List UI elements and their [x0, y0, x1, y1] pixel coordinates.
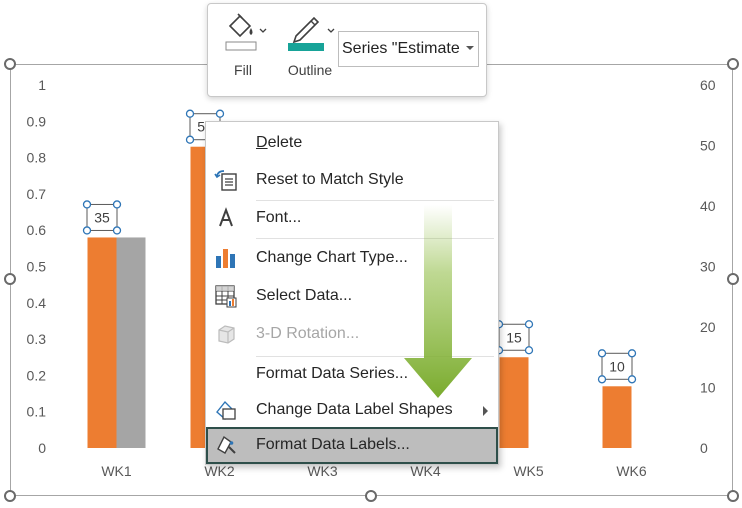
menu-label-delete: elete	[267, 134, 303, 151]
data-label-selection-handle	[524, 320, 534, 329]
data-label-selection-handle	[597, 375, 607, 384]
x-axis-tick-label: WK5	[513, 463, 544, 479]
3d-rotation-icon	[218, 325, 235, 344]
chevron-down-icon	[466, 46, 474, 50]
y-axis-tick-label: 1	[38, 77, 46, 93]
data-label-selection-handle	[112, 226, 122, 235]
menu-label-format-data-series: Format Data Series...	[256, 365, 409, 382]
data-label-selection-handle	[524, 346, 534, 355]
menu-label-3d-rotation: 3-D Rotation...	[256, 325, 360, 342]
format-data-labels-icon	[217, 435, 236, 454]
mini-toolbar: Fill Outline Series "Estimate	[207, 3, 487, 97]
resize-handle-left[interactable]	[4, 273, 16, 285]
submenu-arrow-icon	[483, 406, 488, 416]
series-selector-value: Series "Estimate	[342, 40, 460, 57]
outline-pen-icon	[288, 16, 335, 51]
menu-label-reset-style: Reset to Match Style	[256, 171, 404, 188]
y-axis-tick-label: 0.6	[27, 222, 47, 238]
outline-button[interactable]: Outline	[282, 10, 338, 86]
resize-handle-bottom-right[interactable]	[727, 490, 739, 502]
bar	[499, 357, 529, 448]
y-axis-tick-label: 0.2	[27, 367, 47, 383]
outline-label: Outline	[287, 62, 333, 78]
menu-item-reset-style[interactable]: Reset to Match Style	[206, 162, 498, 199]
menu-item-format-data-labels[interactable]: Format Data Labels...	[206, 427, 498, 464]
fill-label: Fill	[234, 62, 252, 78]
series-selector-dropdown[interactable]: Series "Estimate	[338, 31, 479, 67]
x-axis-tick-label: WK1	[101, 463, 132, 479]
menu-item-change-chart-type[interactable]: Change Chart Type...	[206, 240, 498, 277]
context-menu: Delete Reset to Match Style Font... Chan…	[205, 121, 499, 465]
data-label: 35	[94, 209, 110, 225]
data-label: 15	[506, 329, 522, 345]
data-label-selection-handle	[215, 109, 225, 118]
data-label-shapes-icon	[216, 400, 236, 420]
resize-handle-right[interactable]	[727, 273, 739, 285]
y-axis-tick-label: 0.5	[27, 259, 47, 275]
bar	[87, 237, 117, 448]
menu-label-select-data: Select Data...	[256, 287, 353, 304]
reset-style-icon	[214, 170, 237, 191]
data-label: 10	[609, 358, 625, 374]
menu-label-change-data-label-shapes: Change Data Label Shapes	[256, 401, 453, 418]
secondary-y-axis-tick-label: 40	[700, 198, 716, 214]
y-axis-tick-label: 0.4	[27, 295, 47, 311]
x-axis-tick-label: WK3	[307, 463, 338, 479]
x-axis-tick-label: WK4	[410, 463, 441, 479]
secondary-y-axis-tick-label: 10	[700, 380, 716, 396]
secondary-y-axis-tick-label: 20	[700, 319, 716, 335]
menu-label-format-data-labels: Format Data Labels...	[256, 436, 410, 453]
data-label-selection-handle	[627, 375, 637, 384]
menu-item-3d-rotation[interactable]: 3-D Rotation...	[206, 316, 498, 353]
y-axis-tick-label: 0.8	[27, 150, 47, 166]
bar	[602, 386, 632, 448]
y-axis-tick-label: 0.1	[27, 404, 47, 420]
select-data-icon	[215, 285, 237, 308]
resize-handle-top-right[interactable]	[727, 58, 739, 70]
secondary-y-axis-tick-label: 30	[700, 259, 716, 275]
x-axis-tick-label: WK6	[616, 463, 647, 479]
menu-label-font: Font...	[256, 209, 302, 226]
fill-bucket-icon	[225, 13, 267, 51]
y-axis-tick-label: 0.9	[27, 113, 47, 129]
data-label-selection-handle	[82, 226, 92, 235]
data-label-selection-handle	[112, 200, 122, 209]
menu-item-select-data[interactable]: Select Data...	[206, 278, 498, 315]
resize-handle-bottom-left[interactable]	[4, 490, 16, 502]
menu-item-delete[interactable]: Delete	[206, 125, 498, 162]
menu-item-change-data-label-shapes[interactable]: Change Data Label Shapes	[206, 392, 498, 429]
fill-button[interactable]: Fill	[218, 10, 268, 86]
menu-item-font[interactable]: Font...	[206, 200, 498, 237]
y-axis-tick-label: 0.7	[27, 186, 47, 202]
resize-handle-bottom[interactable]	[365, 490, 377, 502]
secondary-y-axis-tick-label: 60	[700, 77, 716, 93]
x-axis-tick-label: WK2	[204, 463, 235, 479]
resize-handle-top-left[interactable]	[4, 58, 16, 70]
data-label-selection-handle	[627, 349, 637, 358]
chart-type-icon	[216, 249, 235, 268]
data-label-selection-handle	[185, 135, 195, 144]
data-label-selection-handle	[82, 200, 92, 209]
secondary-y-axis-tick-label: 0	[700, 440, 708, 456]
menu-separator	[256, 238, 494, 239]
font-icon	[219, 207, 233, 227]
y-axis-tick-label: 0	[38, 440, 46, 456]
data-label-selection-handle	[597, 349, 607, 358]
secondary-y-axis-tick-label: 50	[700, 138, 716, 154]
data-label-selection-handle	[185, 109, 195, 118]
menu-item-format-data-series[interactable]: Format Data Series...	[206, 356, 498, 393]
y-axis-tick-label: 0.3	[27, 331, 47, 347]
bar	[116, 237, 146, 448]
menu-label-change-chart-type: Change Chart Type...	[256, 249, 408, 266]
